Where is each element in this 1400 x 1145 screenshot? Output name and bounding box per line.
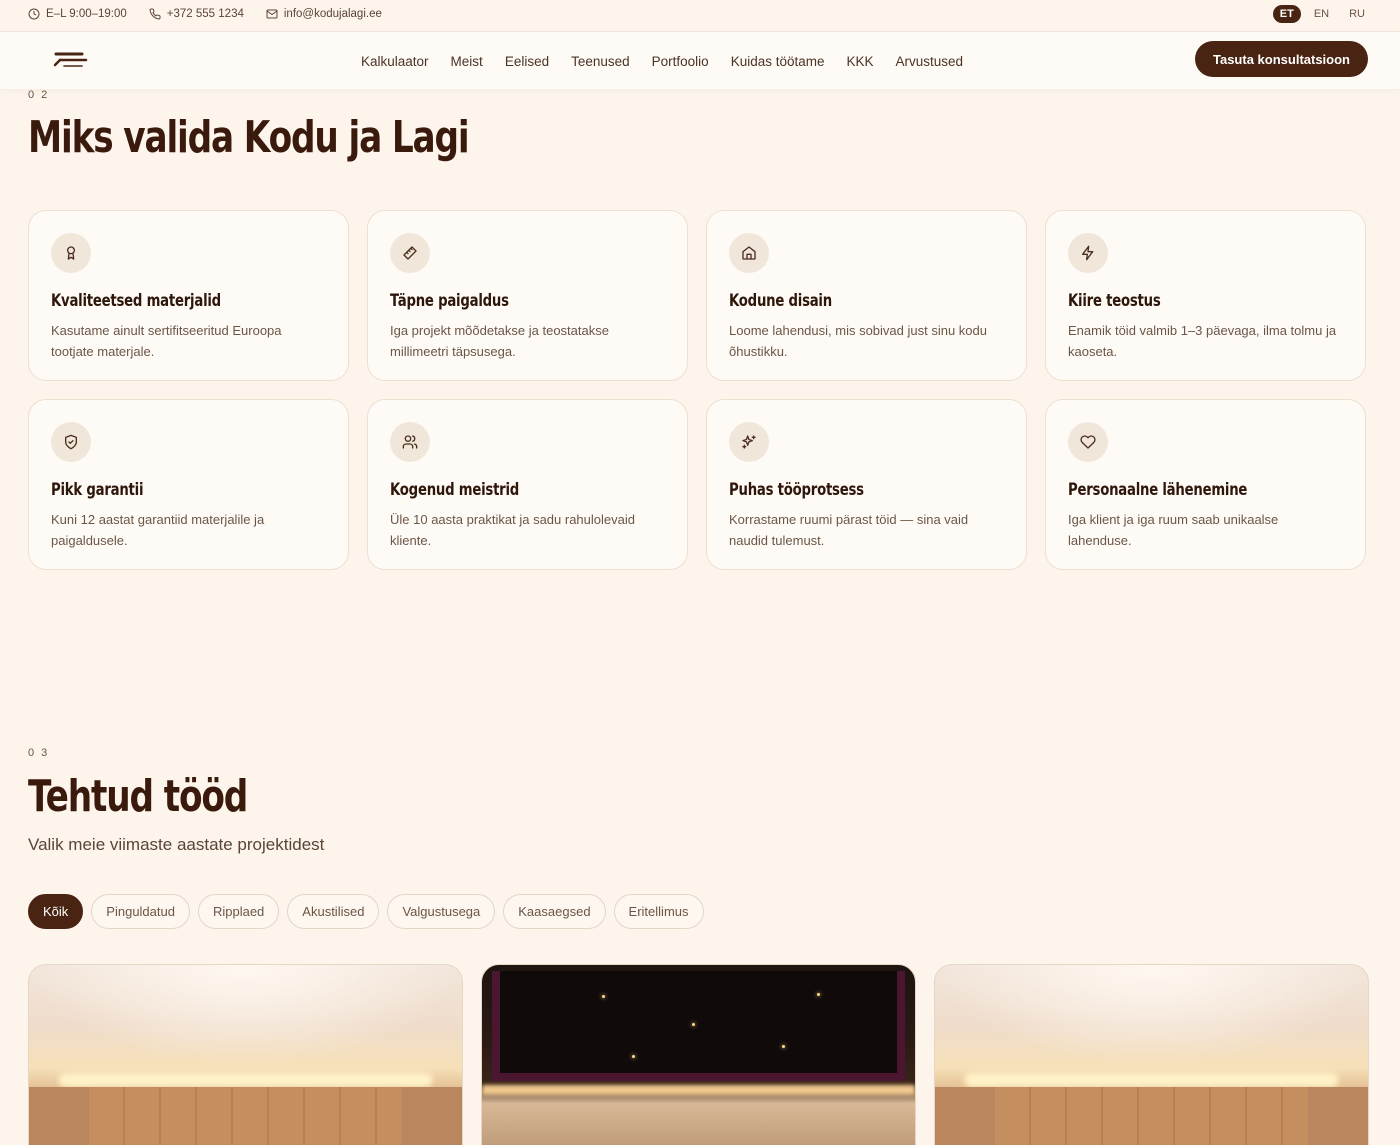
email-item[interactable]: info@kodujalagi.ee [266, 8, 382, 20]
card-text: Iga klient ja iga ruum saab unikaalse la… [1068, 512, 1279, 548]
zap-icon [1082, 245, 1094, 261]
benefit-card: Kogenud meistrid Üle 10 aasta praktikat … [367, 399, 688, 570]
phone-link[interactable]: +372 555 1234 [167, 8, 244, 20]
mail-icon [266, 9, 278, 19]
benefit-card: Kodune disain Loome lahendusi, mis sobiv… [706, 210, 1027, 381]
card-icon-wrap [1068, 422, 1108, 462]
card-text: Üle 10 aasta praktikat ja sadu rahulolev… [390, 512, 635, 548]
lang-et[interactable]: ET [1272, 5, 1301, 23]
card-title: Kogenud meistrid [390, 480, 520, 500]
phone-item[interactable]: +372 555 1234 [149, 8, 244, 20]
card-title: Kiire teostus [1068, 291, 1161, 311]
card-text: Enamik töid valmib 1–3 päevaga, ilma tol… [1068, 323, 1337, 359]
filter-eritellimus[interactable]: Eritellimus [613, 894, 704, 929]
card-text: Kasutame ainult sertifitseeritud Euroopa… [51, 323, 282, 359]
card-text: Korrastame ruumi pärast töid — sina vaid… [729, 512, 969, 548]
section-title-why: Miks valida Kodu ja Lagi [28, 112, 470, 163]
benefit-card: Kvaliteetsed materjalid Kasutame ainult … [28, 210, 349, 381]
lang-ru[interactable]: RU [1342, 5, 1372, 23]
site-logo[interactable] [52, 46, 88, 75]
email-link[interactable]: info@kodujalagi.ee [284, 8, 382, 20]
card-title: Kodune disain [729, 291, 832, 311]
nav-teenused[interactable]: Teenused [571, 54, 630, 69]
contact-info: E–L 9:00–19:00 +372 555 1234 info@koduja… [28, 8, 382, 20]
nav-portfoolio[interactable]: Portfoolio [652, 54, 709, 69]
filter-koik[interactable]: Kõik [28, 894, 84, 929]
shield-check-icon [65, 434, 77, 450]
card-text: Loome lahendusi, mis sobivad just sinu k… [729, 323, 987, 359]
nav-kkk[interactable]: KKK [847, 54, 874, 69]
section-number: 0 2 [28, 89, 50, 101]
card-title: Kvaliteetsed materjalid [51, 291, 221, 311]
language-switcher: ET EN RU [1272, 5, 1372, 23]
benefit-card: Pikk garantii Kuni 12 aastat garantiid m… [28, 399, 349, 570]
portfolio-grid [28, 964, 1369, 1145]
hours-text: E–L 9:00–19:00 [46, 8, 127, 20]
card-icon-wrap [51, 233, 91, 273]
portfolio-filters: Kõik Pinguldatud Ripplaed Akustilised Va… [28, 894, 704, 929]
sparkles-icon [742, 435, 756, 449]
ruler-icon [403, 246, 417, 260]
logo-icon [53, 52, 88, 67]
nav-kalkulaator[interactable]: Kalkulaator [361, 54, 429, 69]
filter-akustilised[interactable]: Akustilised [287, 894, 380, 929]
card-icon-wrap [1068, 233, 1108, 273]
portfolio-photo[interactable] [934, 964, 1369, 1145]
filter-valgustusega[interactable]: Valgustusega [387, 894, 496, 929]
section-number: 0 3 [28, 747, 50, 759]
filter-pinguldatud[interactable]: Pinguldatud [91, 894, 190, 929]
clock-icon [28, 8, 40, 20]
award-icon [67, 246, 75, 260]
card-title: Personaalne lähenemine [1068, 480, 1248, 500]
nav-arvustused[interactable]: Arvustused [896, 54, 964, 69]
card-title: Puhas tööprotsess [729, 480, 864, 500]
lang-en[interactable]: EN [1307, 5, 1336, 23]
section-subtitle: Valik meie viimaste aastate projektidest [28, 835, 325, 854]
free-consultation-button[interactable]: Tasuta konsultatsioon [1195, 41, 1368, 77]
card-icon-wrap [51, 422, 91, 462]
benefit-card: Puhas tööprotsess Korrastame ruumi päras… [706, 399, 1027, 570]
nav-kuidas-tootame[interactable]: Kuidas töötame [731, 54, 825, 69]
section-title-works: Tehtud tööd [28, 771, 248, 822]
benefit-card: Kiire teostus Enamik töid valmib 1–3 päe… [1045, 210, 1366, 381]
top-info-bar: E–L 9:00–19:00 +372 555 1234 info@koduja… [0, 0, 1400, 28]
home-icon [742, 246, 756, 260]
portfolio-photo[interactable] [481, 964, 916, 1145]
main-header: Kalkulaator Meist Eelised Teenused Portf… [0, 31, 1400, 89]
filter-ripplaed[interactable]: Ripplaed [197, 894, 280, 929]
card-title: Täpne paigaldus [390, 291, 509, 311]
card-title: Pikk garantii [51, 480, 144, 500]
filter-kaasaegsed[interactable]: Kaasaegsed [503, 894, 606, 929]
main-nav: Kalkulaator Meist Eelised Teenused Portf… [361, 32, 963, 90]
nav-meist[interactable]: Meist [451, 54, 483, 69]
hours-item: E–L 9:00–19:00 [28, 8, 127, 20]
card-icon-wrap [729, 422, 769, 462]
benefit-card: Personaalne lähenemine Iga klient ja iga… [1045, 399, 1366, 570]
card-text: Kuni 12 aastat garantiid materjalile ja … [51, 512, 265, 548]
nav-eelised[interactable]: Eelised [505, 54, 549, 69]
card-text: Iga projekt mõõdetakse ja teostatakse mi… [390, 323, 609, 359]
benefit-card: Täpne paigaldus Iga projekt mõõdetakse j… [367, 210, 688, 381]
card-icon-wrap [729, 233, 769, 273]
portfolio-photo[interactable] [28, 964, 463, 1145]
card-icon-wrap [390, 233, 430, 273]
users-icon [402, 435, 418, 449]
heart-icon [1080, 435, 1096, 449]
card-icon-wrap [390, 422, 430, 462]
benefits-grid: Kvaliteetsed materjalid Kasutame ainult … [28, 210, 1368, 570]
phone-icon [149, 8, 161, 20]
